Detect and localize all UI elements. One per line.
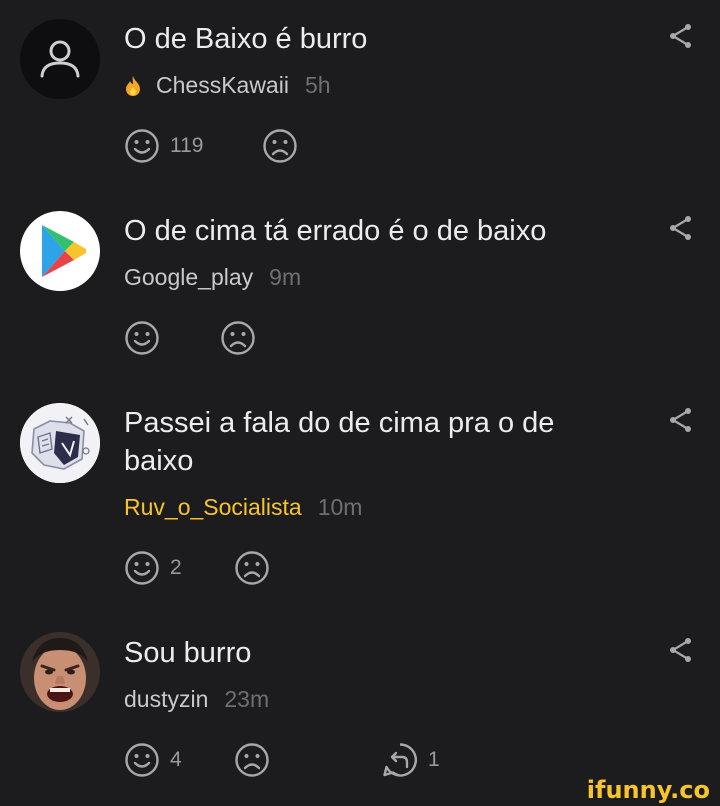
- smile-icon: [125, 551, 159, 585]
- username[interactable]: Ruv_o_Socialista: [124, 494, 302, 521]
- comment-meta: Ruv_o_Socialista 10m: [124, 494, 362, 521]
- username[interactable]: Google_play: [124, 264, 253, 291]
- share-icon[interactable]: [666, 22, 694, 50]
- avatar[interactable]: [20, 403, 100, 483]
- comment-meta: Google_play 9m: [124, 264, 301, 291]
- smile-button[interactable]: [124, 318, 160, 358]
- smile-count: 4: [170, 748, 182, 771]
- timestamp: 5h: [304, 72, 331, 98]
- avatar[interactable]: [20, 211, 100, 291]
- unsmile-button[interactable]: [262, 126, 298, 166]
- comments-screen: O de Baixo é burro ChessKawaii 5h 119 O …: [0, 0, 720, 806]
- smile-button[interactable]: 119: [124, 126, 203, 166]
- comment-text: O de Baixo é burro: [124, 23, 368, 55]
- ifunny-watermark: ifunny.co: [586, 776, 710, 804]
- smile-icon: [125, 321, 159, 355]
- timestamp: 23m: [224, 686, 270, 712]
- smile-icon: [125, 129, 159, 163]
- frown-icon: [221, 321, 255, 355]
- avatar[interactable]: [20, 632, 100, 712]
- google-play-logo: [42, 225, 86, 277]
- comment-text: Sou burro: [124, 637, 252, 669]
- share-icon[interactable]: [666, 636, 694, 664]
- reply-icon: [383, 743, 418, 777]
- comment-text: Passei a fala do de cima pra o de baixo: [124, 407, 555, 477]
- unsmile-button[interactable]: [234, 548, 270, 588]
- username[interactable]: dustyzin: [124, 686, 208, 713]
- frown-icon: [263, 129, 297, 163]
- fire-icon: [124, 75, 142, 97]
- smile-count: 2: [170, 556, 182, 579]
- reply-button[interactable]: 1: [382, 740, 440, 780]
- smile-button[interactable]: 4: [124, 740, 182, 780]
- comment-meta: dustyzin 23m: [124, 686, 269, 713]
- default-user-icon: [40, 40, 80, 78]
- timestamp: 10m: [317, 494, 363, 520]
- smile-icon: [125, 743, 159, 777]
- sketch-drawing-avatar: [20, 403, 100, 483]
- frown-icon: [235, 743, 269, 777]
- share-icon[interactable]: [666, 406, 694, 434]
- unsmile-button[interactable]: [220, 318, 256, 358]
- avatar[interactable]: [20, 19, 100, 99]
- unsmile-button[interactable]: [234, 740, 270, 780]
- comment-text: O de cima tá errado é o de baixo: [124, 215, 547, 247]
- username[interactable]: ChessKawaii: [156, 72, 289, 99]
- screaming-face-photo: [20, 632, 100, 712]
- share-icon[interactable]: [666, 214, 694, 242]
- smile-count: 119: [170, 134, 204, 157]
- timestamp: 9m: [269, 264, 302, 290]
- frown-icon: [235, 551, 269, 585]
- comment-meta: ChessKawaii 5h: [124, 72, 331, 99]
- smile-button[interactable]: 2: [124, 548, 182, 588]
- reply-count: 1: [428, 748, 440, 771]
